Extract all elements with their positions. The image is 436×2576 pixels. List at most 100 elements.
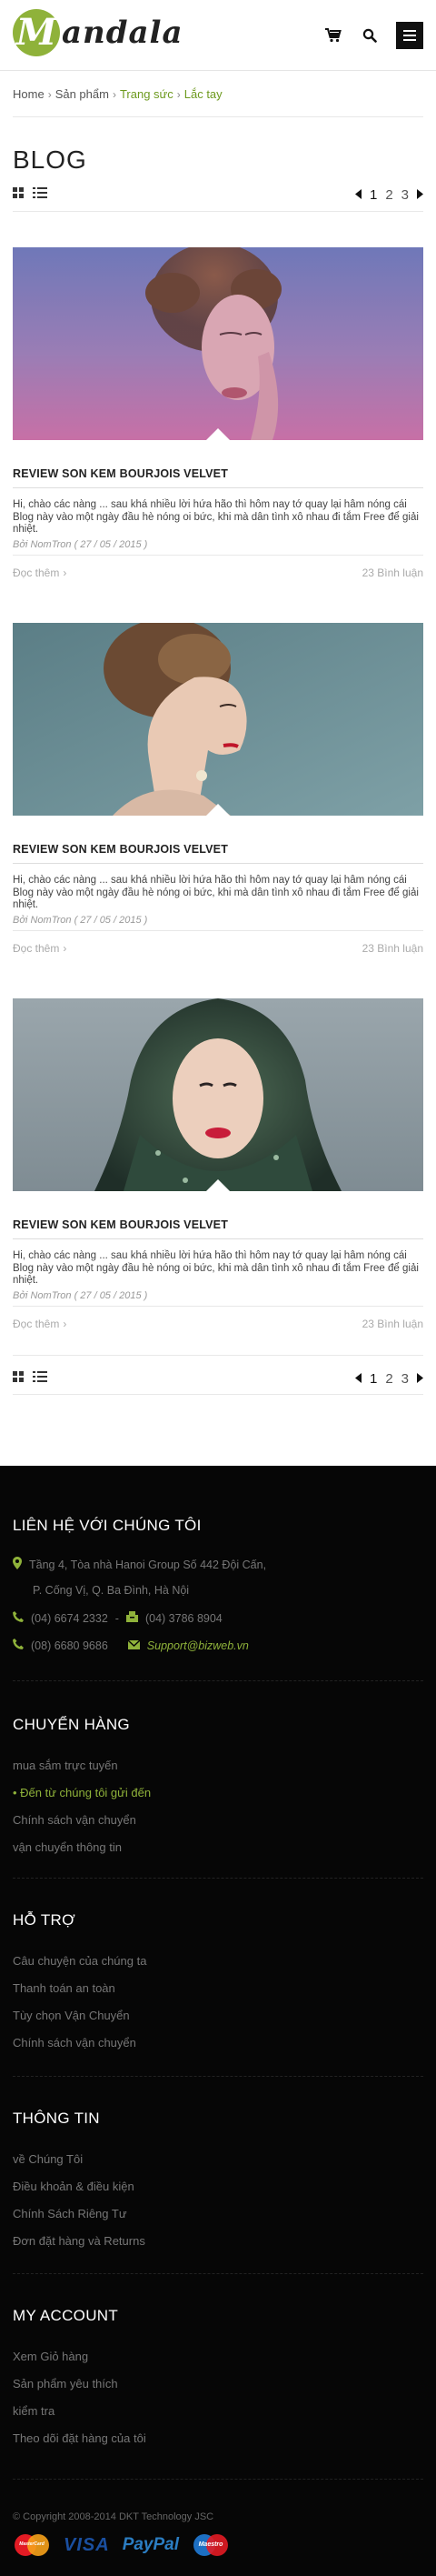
divider bbox=[13, 211, 423, 212]
read-more-link[interactable]: Đọc thêm › bbox=[13, 1318, 66, 1330]
caret-right-icon[interactable] bbox=[417, 1371, 423, 1387]
read-more-link[interactable]: Đọc thêm › bbox=[13, 566, 66, 579]
breadcrumb-bracelet[interactable]: Lắc tay bbox=[184, 87, 223, 101]
phone-row: (08) 6680 9686 Support@bizweb.vn bbox=[13, 1639, 249, 1652]
phone-icon bbox=[13, 1639, 24, 1652]
page-link[interactable]: 3 bbox=[401, 1371, 409, 1387]
divider bbox=[13, 2273, 423, 2274]
divider bbox=[13, 487, 423, 488]
chevron-right-icon: › bbox=[47, 87, 52, 101]
post-image[interactable] bbox=[13, 998, 423, 1191]
mastercard-logo: MasterCard bbox=[13, 2533, 51, 2557]
footer-link[interactable]: Đơn đặt hàng và Returns bbox=[13, 2234, 145, 2248]
post-title[interactable]: REVIEW SON KEM BOURJOIS VELVET bbox=[13, 467, 423, 480]
caret-left-icon[interactable] bbox=[354, 1371, 362, 1387]
footer-heading: CHUYỂN HÀNG bbox=[13, 1716, 130, 1733]
pagination: 1 2 3 bbox=[354, 187, 423, 203]
footer-shipping: CHUYỂN HÀNG mua sắm trực tuyến • Đến từ … bbox=[13, 1716, 423, 1861]
divider bbox=[13, 863, 423, 864]
phone-row: (04) 6674 2332 - (04) 3786 8904 bbox=[13, 1611, 223, 1625]
menu-icon[interactable] bbox=[396, 22, 423, 49]
caret-left-icon[interactable] bbox=[354, 187, 362, 203]
site-logo[interactable]: M andala bbox=[13, 9, 183, 56]
post-author: Bởi NomTron ( 27 / 05 / 2015 ) bbox=[13, 538, 148, 550]
fax-icon bbox=[125, 1611, 138, 1625]
footer-account: MY ACCOUNT Xem Giỏ hàng Sản phẩm yêu thí… bbox=[13, 2307, 423, 2452]
divider bbox=[13, 1305, 423, 1307]
post-excerpt: Hi, chào các nàng ... sau khá nhiều lời … bbox=[13, 499, 419, 535]
divider bbox=[13, 1394, 423, 1395]
divider bbox=[13, 929, 423, 931]
footer-link[interactable]: Thanh toán an toàn bbox=[13, 1981, 115, 1995]
maestro-label: Maestro bbox=[198, 2541, 223, 2548]
post-author: Bởi NomTron ( 27 / 05 / 2015 ) bbox=[13, 1289, 148, 1301]
image-notch bbox=[205, 428, 231, 440]
page-link[interactable]: 1 bbox=[370, 187, 377, 203]
footer-link[interactable]: mua sắm trực tuyến bbox=[13, 1759, 118, 1772]
footer-link[interactable]: kiểm tra bbox=[13, 2404, 54, 2418]
address-line: P. Cống Vị, Q. Ba Đình, Hà Nội bbox=[33, 1584, 189, 1597]
page-link[interactable]: 2 bbox=[385, 1371, 392, 1387]
comment-count[interactable]: 23 Bình luận bbox=[362, 566, 423, 579]
visa-logo: VISA bbox=[64, 2534, 110, 2555]
footer-link[interactable]: Tùy chọn Vận Chuyển bbox=[13, 2009, 130, 2022]
blog-post: REVIEW SON KEM BOURJOIS VELVET Hi, chào … bbox=[13, 998, 423, 1330]
post-title[interactable]: REVIEW SON KEM BOURJOIS VELVET bbox=[13, 843, 423, 856]
footer-link[interactable]: Xem Giỏ hàng bbox=[13, 2350, 88, 2363]
chevron-right-icon: › bbox=[112, 87, 116, 101]
footer-link[interactable]: Điều khoản & điều kiện bbox=[13, 2180, 134, 2193]
view-toolbar-top: 1 2 3 bbox=[13, 185, 423, 205]
footer-link[interactable]: về Chúng Tôi bbox=[13, 2152, 83, 2166]
read-more-label: Đọc thêm bbox=[13, 566, 60, 579]
grid-view-icon[interactable] bbox=[13, 186, 24, 203]
footer-contact: LIÊN HỆ VỚI CHÚNG TÔI bbox=[13, 1517, 423, 1535]
footer-link[interactable]: Chính sách vận chuyển bbox=[13, 2036, 136, 2050]
email-link[interactable]: Support@bizweb.vn bbox=[147, 1639, 249, 1652]
breadcrumb-jewelry[interactable]: Trang sức bbox=[120, 87, 173, 101]
read-more-link[interactable]: Đọc thêm › bbox=[13, 942, 66, 955]
chevron-right-icon: › bbox=[63, 566, 67, 579]
footer-heading: LIÊN HỆ VỚI CHÚNG TÔI bbox=[13, 1517, 202, 1534]
breadcrumb-home[interactable]: Home bbox=[13, 87, 45, 101]
post-author: Bởi NomTron ( 27 / 05 / 2015 ) bbox=[13, 914, 148, 926]
footer-link-label: Đến từ chúng tôi gửi đến bbox=[20, 1786, 152, 1799]
footer-heading: HỖ TRỢ bbox=[13, 1911, 75, 1929]
footer-link-active[interactable]: • Đến từ chúng tôi gửi đến bbox=[13, 1786, 151, 1799]
phone-2[interactable]: (04) 3786 8904 bbox=[145, 1612, 223, 1625]
phone-3[interactable]: (08) 6680 9686 bbox=[31, 1639, 108, 1652]
copyright: © Copyright 2008-2014 DKT Technology JSC bbox=[13, 2511, 214, 2522]
list-view-icon[interactable] bbox=[33, 186, 47, 203]
list-view-icon[interactable] bbox=[33, 1370, 47, 1387]
post-excerpt: Hi, chào các nàng ... sau khá nhiều lời … bbox=[13, 1250, 419, 1286]
footer-link[interactable]: Theo dõi đặt hàng của tôi bbox=[13, 2431, 146, 2445]
logo-mark: M bbox=[13, 9, 60, 56]
page-link[interactable]: 2 bbox=[385, 187, 392, 203]
post-image[interactable] bbox=[13, 247, 423, 440]
breadcrumb-products[interactable]: Sản phẩm bbox=[55, 87, 109, 101]
divider bbox=[13, 1878, 423, 1879]
grid-view-icon[interactable] bbox=[13, 1370, 24, 1387]
footer-link[interactable]: Chính sách vận chuyển bbox=[13, 1813, 136, 1827]
cart-icon[interactable] bbox=[323, 25, 343, 45]
divider bbox=[13, 1238, 423, 1239]
divider bbox=[13, 1680, 423, 1681]
post-image[interactable] bbox=[13, 623, 423, 816]
search-icon[interactable] bbox=[360, 25, 380, 45]
divider bbox=[13, 554, 423, 556]
footer-info: THÔNG TIN về Chúng Tôi Điều khoản & điều… bbox=[13, 2110, 423, 2255]
post-title[interactable]: REVIEW SON KEM BOURJOIS VELVET bbox=[13, 1218, 423, 1231]
footer-link[interactable]: Sản phẩm yêu thích bbox=[13, 2377, 118, 2391]
comment-count[interactable]: 23 Bình luận bbox=[362, 942, 423, 955]
footer-link[interactable]: Chính Sách Riêng Tư bbox=[13, 2207, 127, 2220]
comment-count[interactable]: 23 Bình luận bbox=[362, 1318, 423, 1330]
phone-1[interactable]: (04) 6674 2332 bbox=[31, 1612, 108, 1625]
paypal-logo: PayPal bbox=[122, 2535, 180, 2554]
page-link[interactable]: 3 bbox=[401, 187, 409, 203]
payment-methods: MasterCard VISA PayPal Maestro bbox=[13, 2533, 230, 2557]
footer-link[interactable]: vận chuyển thông tin bbox=[13, 1840, 122, 1854]
blog-post: REVIEW SON KEM BOURJOIS VELVET Hi, chào … bbox=[13, 247, 423, 579]
footer-link[interactable]: Câu chuyện của chúng ta bbox=[13, 1954, 146, 1968]
caret-right-icon[interactable] bbox=[417, 187, 423, 203]
image-notch bbox=[205, 1179, 231, 1191]
page-link[interactable]: 1 bbox=[370, 1371, 377, 1387]
